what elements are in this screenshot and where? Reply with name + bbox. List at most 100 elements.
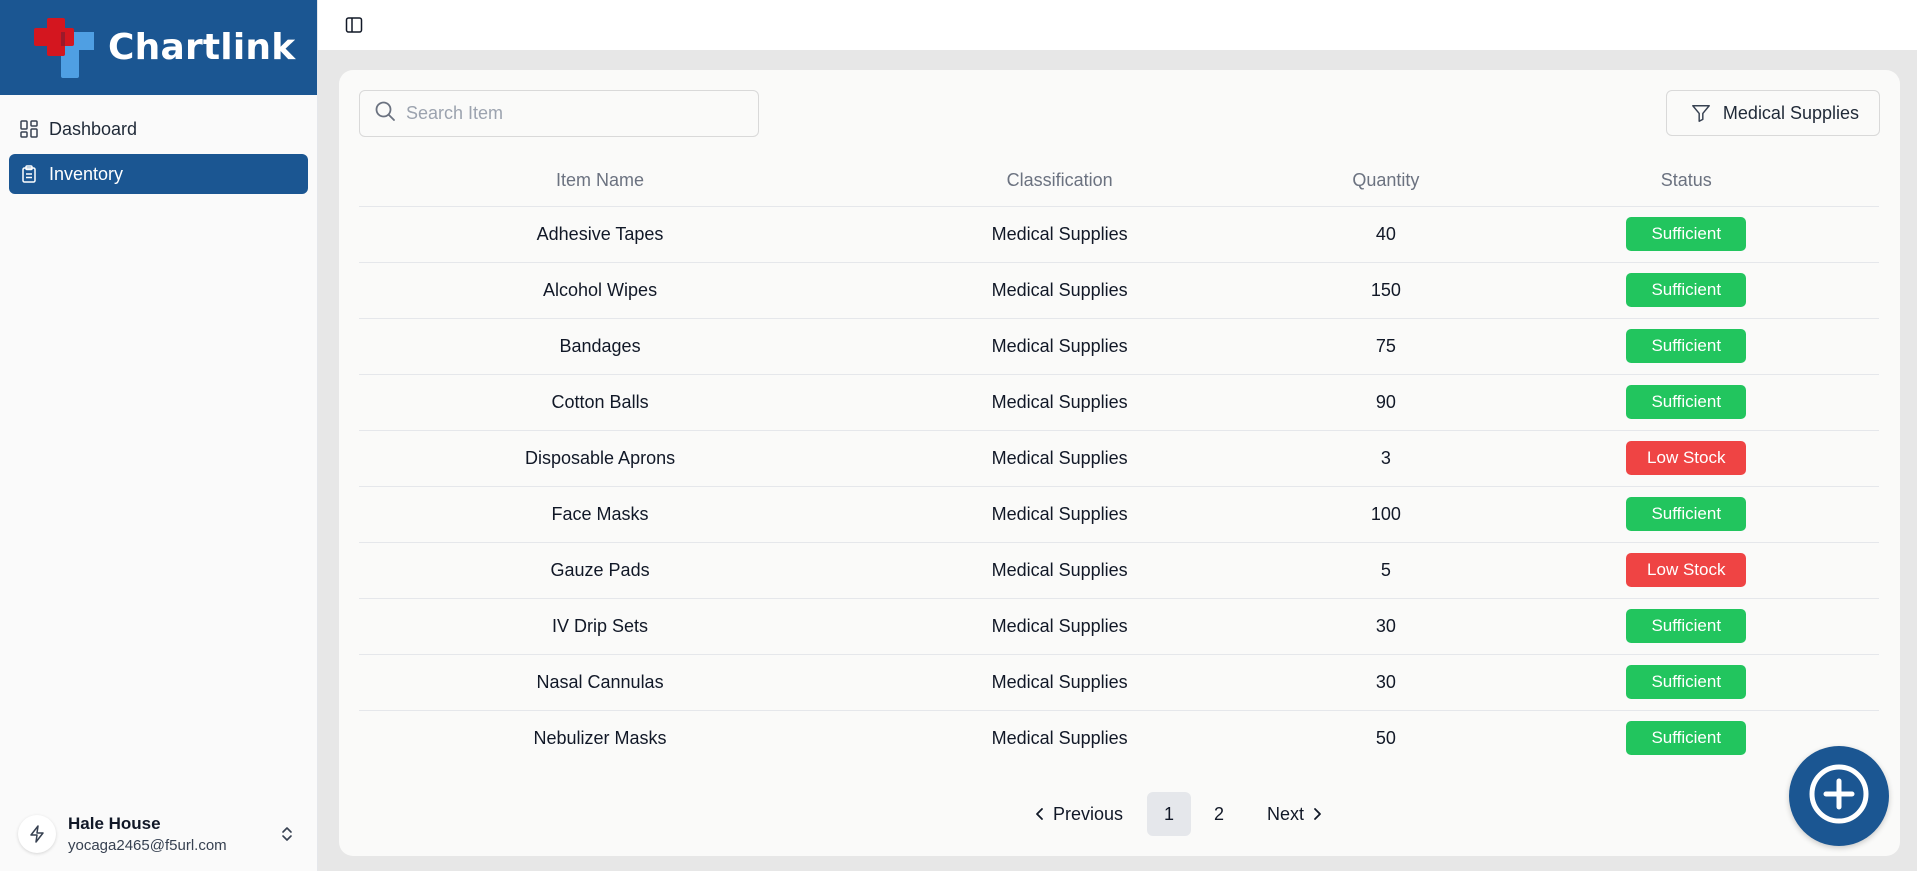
- previous-page-button[interactable]: Previous: [1019, 792, 1135, 836]
- table-row[interactable]: Nebulizer Masks Medical Supplies 50 Suffici…: [359, 710, 1879, 766]
- next-label: Next: [1267, 803, 1305, 824]
- next-page-button[interactable]: Next: [1255, 792, 1338, 836]
- lightning-icon: [18, 815, 56, 853]
- sidebar-item-label: Dashboard: [49, 118, 138, 139]
- status-cell: Sufficient: [1493, 598, 1879, 655]
- sidebar-item-inventory[interactable]: Inventory: [9, 154, 308, 194]
- column-header-status[interactable]: Status: [1493, 156, 1879, 207]
- table-row[interactable]: Face Masks Medical Supplies 100 Sufficient: [359, 486, 1879, 543]
- table-row[interactable]: IV Drip Sets Medical Supplies 30 Sufficient: [359, 598, 1879, 655]
- item-name-cell: Bandages: [359, 318, 842, 375]
- chevrons-up-down-icon[interactable]: [275, 822, 299, 846]
- status-cell: Sufficient: [1493, 206, 1879, 263]
- status-cell: Sufficient: [1493, 654, 1879, 711]
- table-row[interactable]: Gauze Pads Medical Supplies 5 Low Stock: [359, 542, 1879, 599]
- quantity-cell: 3: [1278, 430, 1494, 487]
- page-button-2[interactable]: 2: [1197, 792, 1241, 836]
- sidebar-toggle-icon[interactable]: [342, 13, 366, 37]
- pagination: Previous 1 2 Next: [339, 792, 1900, 836]
- classification-cell: Medical Supplies: [841, 374, 1279, 431]
- top-bar: [318, 0, 1917, 50]
- item-name-cell: Face Masks: [359, 486, 842, 543]
- status-cell: Low Stock: [1493, 542, 1879, 599]
- classification-cell: Medical Supplies: [991, 727, 1128, 748]
- sidebar-item-dashboard[interactable]: Dashboard: [9, 109, 308, 149]
- plus-circle-icon: [1807, 762, 1871, 831]
- status-cell: Sufficient: [1493, 318, 1879, 375]
- item-name-cell: Nasal Cannulas: [359, 654, 842, 711]
- quantity-cell: 30: [1278, 598, 1494, 655]
- status-badge: Sufficient: [1626, 273, 1747, 307]
- item-name-cell: Gauze Pads: [359, 542, 842, 599]
- quantity-cell: 75: [1278, 318, 1494, 375]
- dashboard-grid-icon: [19, 119, 39, 139]
- user-email: yocaga2465@f5url.com: [68, 837, 227, 854]
- inventory-card: Medical Supplies Item Name Classificatio…: [339, 70, 1900, 856]
- item-name-cell: Disposable Aprons: [359, 430, 842, 487]
- item-name-cell: Cotton Balls: [359, 374, 842, 431]
- page-button-1[interactable]: 1: [1147, 792, 1191, 836]
- classification-cell: Medical Supplies: [841, 598, 1279, 655]
- item-name-cell: Alcohol Wipes: [359, 262, 842, 319]
- chevron-right-icon: [1308, 805, 1326, 823]
- table-header-row: Item Name Classification Quantity Status: [359, 156, 1879, 207]
- classification-cell: Medical Supplies: [841, 318, 1279, 375]
- quantity-cell: 150: [1278, 262, 1494, 319]
- add-item-button[interactable]: [1789, 746, 1889, 846]
- table-row[interactable]: Disposable Aprons Medical Supplies 3 Low St…: [359, 430, 1879, 487]
- status-badge: Sufficient: [1626, 721, 1747, 756]
- status-badge: Sufficient: [1626, 665, 1747, 699]
- clipboard-icon: [19, 164, 39, 184]
- brand-name: Chartlink: [108, 27, 296, 68]
- quantity-cell: 5: [1278, 542, 1494, 599]
- classification-cell: Medical Supplies: [841, 206, 1279, 263]
- sidebar-item-label: Inventory: [49, 163, 124, 184]
- quantity-cell: 40: [1278, 206, 1494, 263]
- status-badge: Sufficient: [1626, 497, 1747, 531]
- item-name-cell: IV Drip Sets: [359, 598, 842, 655]
- classification-cell: Medical Supplies: [841, 654, 1279, 711]
- table-row[interactable]: Alcohol Wipes Medical Supplies 150 Sufficie…: [359, 262, 1879, 319]
- chartlink-logo-icon: [34, 17, 94, 78]
- column-header-quantity[interactable]: Quantity: [1278, 156, 1494, 207]
- previous-label: Previous: [1052, 803, 1123, 824]
- search-box[interactable]: [359, 90, 759, 137]
- user-info: Hale House yocaga2465@f5url.com: [68, 814, 275, 854]
- classification-filter-button[interactable]: Medical Supplies: [1665, 90, 1880, 136]
- brand-header[interactable]: Chartlink: [0, 0, 317, 95]
- quantity-cell: 50: [1375, 727, 1396, 748]
- table-row[interactable]: Bandages Medical Supplies 75 Sufficient: [359, 318, 1879, 375]
- status-cell: Sufficient: [1493, 262, 1879, 319]
- user-name: Hale House: [68, 814, 161, 833]
- table-row[interactable]: Adhesive Tapes Medical Supplies 40 Sufficie…: [359, 206, 1879, 263]
- status-badge: Sufficient: [1626, 385, 1747, 419]
- classification-cell: Medical Supplies: [841, 486, 1279, 543]
- table-row[interactable]: Nasal Cannulas Medical Supplies 30 Sufficie…: [359, 654, 1879, 711]
- classification-cell: Medical Supplies: [841, 542, 1279, 599]
- status-cell: Low Stock: [1493, 430, 1879, 487]
- column-header-item-name[interactable]: Item Name: [359, 156, 842, 207]
- table-row[interactable]: Cotton Balls Medical Supplies 90 Sufficient: [359, 374, 1879, 431]
- item-name-cell: Adhesive Tapes: [359, 206, 842, 263]
- search-icon: [374, 100, 396, 127]
- status-badge: Sufficient: [1626, 217, 1747, 251]
- quantity-cell: 90: [1278, 374, 1494, 431]
- filter-label: Medical Supplies: [1722, 102, 1859, 123]
- sidebar: Chartlink Dashboard Inventory Hale House…: [0, 0, 318, 871]
- filter-funnel-icon: [1691, 103, 1711, 123]
- quantity-cell: 100: [1278, 486, 1494, 543]
- column-header-classification[interactable]: Classification: [841, 156, 1279, 207]
- classification-cell: Medical Supplies: [841, 430, 1279, 487]
- status-badge: Sufficient: [1626, 609, 1747, 643]
- status-badge: Low Stock: [1626, 553, 1747, 587]
- status-badge: Low Stock: [1626, 441, 1747, 475]
- status-cell: Sufficient: [1493, 374, 1879, 431]
- status-badge: Sufficient: [1626, 329, 1747, 363]
- classification-cell: Medical Supplies: [841, 262, 1279, 319]
- table-body: Adhesive Tapes Medical Supplies 40 Sufficie…: [359, 206, 1879, 766]
- status-cell: Sufficient: [1493, 486, 1879, 543]
- item-name-cell: Nebulizer Masks: [533, 727, 667, 748]
- inventory-table: Item Name Classification Quantity Status…: [359, 156, 1879, 766]
- search-input[interactable]: [406, 103, 746, 124]
- user-profile[interactable]: Hale House yocaga2465@f5url.com: [0, 797, 317, 871]
